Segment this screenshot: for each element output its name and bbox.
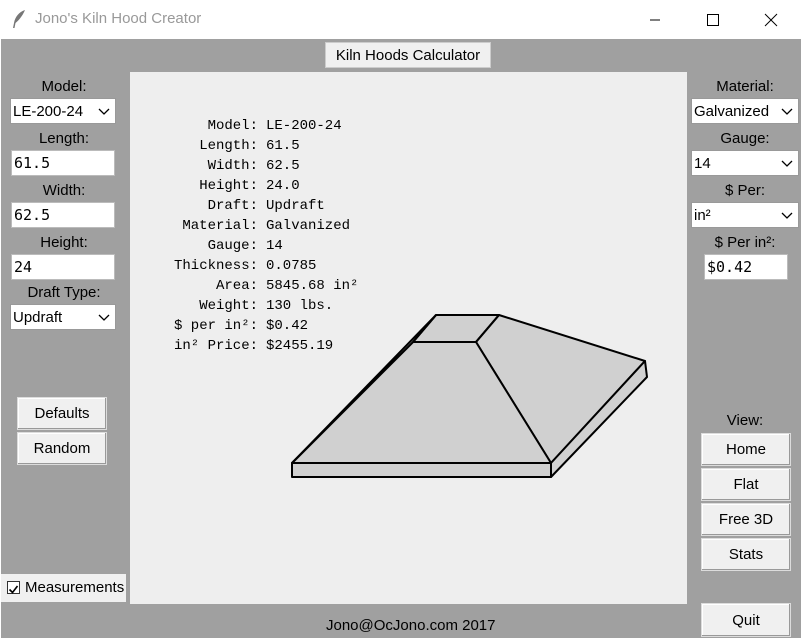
hood-flange-front — [291, 462, 552, 478]
draft-type-label: Draft Type: — [27, 284, 101, 301]
measurements-checkbox[interactable] — [7, 581, 20, 594]
window-title: Jono's Kiln Hood Creator — [35, 10, 202, 27]
chevron-down-icon — [781, 108, 793, 115]
width-label: Width: — [42, 182, 86, 199]
flat-view-button[interactable]: Flat — [701, 468, 791, 501]
length-label: Length: — [38, 130, 90, 147]
material-select-value: Galvanized — [694, 102, 770, 120]
close-icon — [764, 13, 778, 26]
kiln-hood-drawing — [291, 314, 648, 478]
chevron-down-icon — [98, 108, 110, 115]
maximize-icon — [707, 13, 719, 26]
per-unit-input[interactable]: $0.42 — [704, 254, 788, 280]
chevron-down-icon — [781, 212, 793, 219]
per-label: $ Per: — [724, 182, 766, 199]
draft-type-value: Updraft — [13, 308, 63, 326]
chevron-down-icon — [98, 314, 110, 321]
gauge-label: Gauge: — [720, 130, 770, 147]
maximize-button[interactable] — [684, 0, 742, 39]
random-button[interactable]: Random — [17, 432, 107, 465]
free-3d-view-button[interactable]: Free 3D — [701, 503, 791, 536]
length-input[interactable]: 61.5 — [11, 150, 115, 176]
stats-view-button[interactable]: Stats — [701, 538, 791, 571]
model-label: Model: — [41, 78, 87, 95]
material-label: Material: — [716, 78, 774, 95]
chevron-down-icon — [781, 160, 793, 167]
per-unit-label: $ Per in²: — [714, 234, 776, 251]
defaults-button[interactable]: Defaults — [17, 397, 107, 430]
app-client-area: Kiln Hoods Calculator Model: LE-200-24 L… — [1, 39, 801, 638]
model-select[interactable]: LE-200-24 — [10, 98, 116, 124]
height-input[interactable]: 24 — [11, 254, 115, 280]
height-label: Height: — [40, 234, 88, 251]
measurements-toggle[interactable]: Measurements — [1, 574, 126, 602]
drawing-canvas[interactable]: Model: LE-200-24 Length: 61.5 Width: 62.5 Heig… — [130, 72, 687, 604]
per-select-value: in² — [694, 206, 711, 224]
minimize-icon — [650, 19, 660, 20]
view-label: View: — [726, 412, 764, 429]
quit-button[interactable]: Quit — [701, 603, 791, 637]
gauge-select-value: 14 — [694, 154, 711, 172]
measurements-label: Measurements — [25, 579, 125, 596]
close-button[interactable] — [742, 0, 800, 39]
model-select-value: LE-200-24 — [13, 102, 84, 120]
footer-credit: Jono@OcJono.com 2017 — [326, 617, 496, 634]
calculator-title-button[interactable]: Kiln Hoods Calculator — [325, 42, 491, 68]
gauge-select[interactable]: 14 — [691, 150, 799, 176]
material-select[interactable]: Galvanized — [691, 98, 799, 124]
home-view-button[interactable]: Home — [701, 433, 791, 466]
minimize-button[interactable] — [626, 0, 684, 39]
width-input[interactable]: 62.5 — [11, 202, 115, 228]
title-bar: Jono's Kiln Hood Creator — [0, 0, 802, 39]
feather-icon — [13, 10, 25, 28]
checkmark-icon — [8, 585, 19, 594]
draft-type-select[interactable]: Updraft — [10, 304, 116, 330]
per-select[interactable]: in² — [691, 202, 799, 228]
